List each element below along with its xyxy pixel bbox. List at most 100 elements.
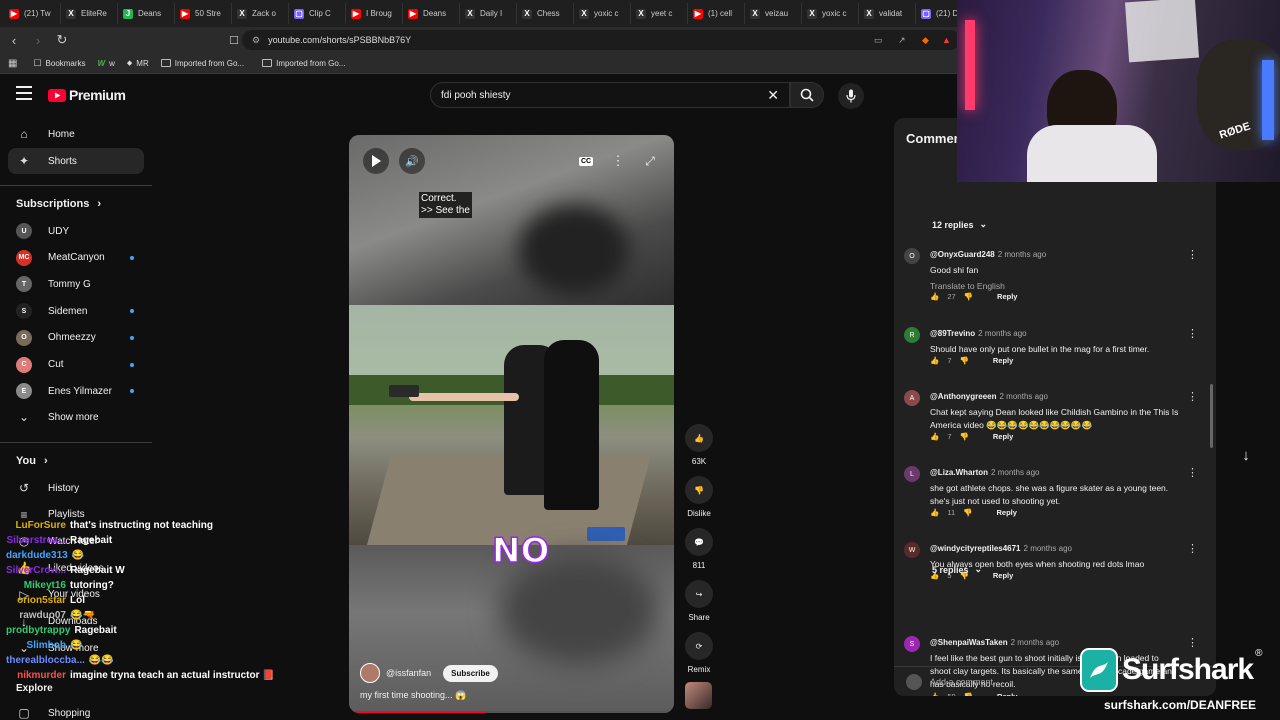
- site-info-icon[interactable]: ⚙: [252, 35, 260, 46]
- brave-shield-icon[interactable]: ◆: [922, 35, 929, 46]
- browser-tab[interactable]: ▶ (21) Tw: [4, 3, 61, 24]
- like-button[interactable]: 👍 63K: [684, 424, 714, 466]
- sidebar-subscription[interactable]: U UDY: [8, 218, 144, 244]
- browser-tab[interactable]: Xyoxic c: [802, 3, 859, 24]
- commenter-avatar[interactable]: W: [904, 542, 920, 558]
- next-short-button[interactable]: ↓: [1232, 441, 1260, 469]
- show-more-subscriptions[interactable]: ⌄ Show more: [8, 404, 144, 430]
- sidebar-subscription[interactable]: C Cut: [8, 352, 144, 378]
- comment-time[interactable]: 2 months ago: [1024, 544, 1072, 553]
- bookmark-folder[interactable]: Imported from Go...: [160, 59, 244, 68]
- browser-tab[interactable]: ▶ Deans: [403, 3, 460, 24]
- share-page-icon[interactable]: ↗: [898, 35, 906, 46]
- browser-tab[interactable]: X Zack o: [232, 3, 289, 24]
- commenter-avatar[interactable]: R: [904, 327, 920, 343]
- comment-time[interactable]: 2 months ago: [998, 250, 1046, 259]
- thumbs-up-icon[interactable]: 👍: [930, 432, 939, 441]
- commenter-avatar[interactable]: A: [904, 390, 920, 406]
- comment-time[interactable]: 2 months ago: [978, 329, 1026, 338]
- browser-tab[interactable]: X EliteRe: [61, 3, 118, 24]
- commenter-name[interactable]: @OnyxGuard248: [930, 250, 995, 259]
- sidebar-subscription[interactable]: E Enes Yilmazer: [8, 378, 144, 404]
- forward-icon[interactable]: ›: [28, 30, 48, 50]
- sidebar-item-home[interactable]: ⌂ Home: [8, 121, 144, 147]
- more-vertical-icon[interactable]: ⋮: [1187, 466, 1198, 479]
- back-icon[interactable]: ‹: [4, 30, 24, 50]
- shorts-player[interactable]: 🔊 CC ⋮ ⤢ Correct. >> See the NO @issfanf…: [349, 135, 674, 713]
- browser-tab[interactable]: X Daily I: [460, 3, 517, 24]
- dislike-button[interactable]: 👎 Dislike: [684, 476, 714, 518]
- comment-time[interactable]: 2 months ago: [1011, 638, 1059, 647]
- thumbs-down-icon[interactable]: 👎: [960, 356, 969, 365]
- search-button[interactable]: [790, 82, 824, 108]
- bookmark-item[interactable]: ☐ Bookmarks: [33, 58, 85, 69]
- browser-tab[interactable]: J Deans: [118, 3, 175, 24]
- comment-button[interactable]: 💬 811: [684, 528, 714, 570]
- commenter-name[interactable]: @89Trevino: [930, 329, 975, 338]
- browser-tab[interactable]: ▶ (1) cell: [688, 3, 745, 24]
- thumbs-down-icon[interactable]: 👎: [960, 432, 969, 441]
- more-vertical-icon[interactable]: ⋮: [1187, 542, 1198, 555]
- comment-time[interactable]: 2 months ago: [991, 468, 1039, 477]
- you-heading[interactable]: You ›: [16, 455, 48, 467]
- extension-icon[interactable]: ▲: [942, 35, 951, 45]
- more-options-button[interactable]: ⋮: [605, 148, 631, 174]
- commenter-name[interactable]: @ShenpaiWasTaken: [930, 638, 1008, 647]
- install-icon[interactable]: ▭: [874, 35, 883, 46]
- volume-button[interactable]: 🔊: [399, 148, 425, 174]
- thumbs-up-icon[interactable]: 👍: [930, 292, 939, 301]
- sidebar-subscription[interactable]: S Sidemen: [8, 298, 144, 324]
- commenter-avatar[interactable]: O: [904, 248, 920, 264]
- fullscreen-button[interactable]: ⤢: [637, 148, 663, 174]
- browser-tab[interactable]: ▶ 50 Stre: [175, 3, 232, 24]
- search-input[interactable]: fdi pooh shiesty ✕: [430, 82, 790, 108]
- apps-grid-icon[interactable]: ▦: [8, 58, 17, 69]
- short-title[interactable]: my first time shooting... 😱: [360, 690, 466, 701]
- browser-tab[interactable]: ▢ Clip C: [289, 3, 346, 24]
- clear-search-icon[interactable]: ✕: [767, 87, 779, 104]
- bookmark-folder[interactable]: Imported from Go...: [262, 59, 345, 68]
- browser-tab[interactable]: X Chess: [517, 3, 574, 24]
- thumbs-down-icon[interactable]: 👎: [963, 508, 972, 517]
- commenter-name[interactable]: @windycityreptiles4671: [930, 544, 1021, 553]
- bookmark-item[interactable]: Ww: [98, 59, 115, 68]
- thumbs-up-icon[interactable]: 👍: [930, 356, 939, 365]
- voice-search-button[interactable]: [838, 83, 864, 109]
- browser-tab[interactable]: ▶ I Broug: [346, 3, 403, 24]
- reply-button[interactable]: Reply: [996, 508, 1016, 517]
- subscriptions-heading[interactable]: Subscriptions ›: [16, 198, 101, 210]
- thumbs-up-icon[interactable]: 👍: [930, 508, 939, 517]
- commenter-avatar[interactable]: L: [904, 466, 920, 482]
- comment-time[interactable]: 2 months ago: [999, 392, 1047, 401]
- commenter-name[interactable]: @Anthonygreeen: [930, 392, 996, 401]
- more-vertical-icon[interactable]: ⋮: [1187, 248, 1198, 261]
- remix-button[interactable]: ⟳ Remix: [684, 632, 714, 674]
- comments-scrollbar[interactable]: [1210, 384, 1213, 448]
- thumbs-down-icon[interactable]: 👎: [964, 292, 973, 301]
- reply-button[interactable]: Reply: [993, 356, 1013, 365]
- reply-button[interactable]: Reply: [997, 292, 1017, 301]
- captions-button[interactable]: CC: [573, 148, 599, 174]
- commenter-avatar[interactable]: S: [904, 636, 920, 652]
- browser-tab[interactable]: Xyoxic c: [574, 3, 631, 24]
- share-button[interactable]: ↪ Share: [684, 580, 714, 622]
- sidebar-subscription[interactable]: O Ohmeezzy: [8, 325, 144, 351]
- bookmark-item[interactable]: ◆ MR: [127, 59, 149, 68]
- channel-name[interactable]: @issfanfan: [386, 668, 431, 678]
- browser-tab[interactable]: Xyeet c: [631, 3, 688, 24]
- sidebar-item-shorts[interactable]: ✦ Shorts: [8, 148, 144, 174]
- browser-tab[interactable]: Xveizau: [745, 3, 802, 24]
- browser-tab[interactable]: Xvalidat: [859, 3, 916, 24]
- progress-bar[interactable]: [349, 711, 674, 713]
- reload-icon[interactable]: ↻: [52, 30, 72, 50]
- channel-avatar[interactable]: [360, 663, 380, 683]
- play-button[interactable]: [363, 148, 389, 174]
- sidebar-item-you[interactable]: ↺ History: [8, 475, 144, 501]
- replies-toggle[interactable]: 5 replies ⌄: [932, 564, 982, 575]
- more-vertical-icon[interactable]: ⋮: [1187, 327, 1198, 340]
- reply-button[interactable]: Reply: [993, 432, 1013, 441]
- subscribe-button[interactable]: Subscribe: [443, 664, 498, 682]
- bookmark-page-icon[interactable]: ☐: [224, 30, 244, 50]
- address-bar[interactable]: ⚙ youtube.com/shorts/sPSBBNbB76Y ▭ ↗ ◆ ▲: [242, 30, 960, 50]
- reply-button[interactable]: Reply: [993, 571, 1013, 580]
